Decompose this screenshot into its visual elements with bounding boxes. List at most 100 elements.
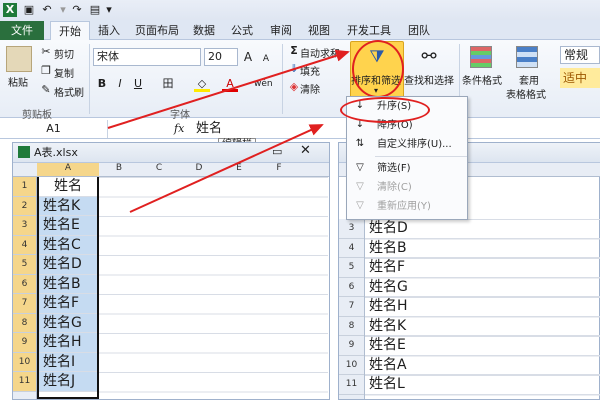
undo-icon[interactable]: ↶ — [40, 3, 54, 17]
restore-icon[interactable]: ▭ — [272, 145, 282, 158]
row-header[interactable]: 11 — [13, 372, 36, 392]
column-a-selection: 姓名 姓名K 姓名E 姓名C 姓名D 姓名B 姓名F 姓名G 姓名H 姓名I 姓… — [37, 177, 99, 399]
font-size-select[interactable]: 20 — [204, 48, 238, 66]
cell-style-neutral[interactable]: 适中 — [560, 68, 600, 88]
table-cell[interactable]: 姓名H — [365, 297, 600, 317]
fill-button[interactable]: 填充 — [300, 63, 320, 78]
tab-data[interactable]: 数据 — [188, 21, 220, 40]
table-cell[interactable]: 姓名L — [365, 375, 600, 395]
row-header[interactable]: 4 — [13, 235, 36, 255]
tab-review[interactable]: 审阅 — [264, 21, 298, 40]
underline-button[interactable]: U — [130, 76, 146, 92]
row-header[interactable]: 7 — [13, 294, 36, 314]
tab-team[interactable]: 团队 — [402, 21, 436, 40]
conditional-format-button[interactable]: 条件格式 — [462, 72, 502, 87]
font-name-select[interactable]: 宋体 — [93, 48, 201, 66]
tab-formulas[interactable]: 公式 — [224, 21, 260, 40]
tab-insert[interactable]: 插入 — [92, 21, 126, 40]
row-header[interactable]: 5 — [339, 258, 364, 278]
row-header[interactable]: 5 — [13, 255, 36, 275]
table-cell[interactable]: 姓名D — [365, 219, 600, 239]
row-header[interactable]: 10 — [339, 356, 364, 375]
column-header-c[interactable]: C — [139, 163, 179, 173]
copy-button[interactable]: 复制 — [54, 65, 74, 80]
empty-cells[interactable] — [99, 177, 328, 399]
row-header[interactable]: 9 — [339, 336, 364, 356]
table-cell[interactable]: 姓名K — [365, 317, 600, 336]
table-cell[interactable]: 姓名C — [39, 235, 97, 255]
column-header-a[interactable]: A — [37, 163, 99, 176]
table-cell[interactable]: 姓名H — [39, 333, 97, 353]
table-cell[interactable]: 姓名I — [39, 352, 97, 372]
grow-font-button[interactable]: A — [240, 49, 256, 65]
clear-button[interactable]: 清除 — [300, 81, 320, 96]
tab-view[interactable]: 视图 — [302, 21, 336, 40]
number-format-select[interactable]: 常规 — [560, 46, 600, 64]
table-cell[interactable]: 姓名F — [39, 294, 97, 314]
shrink-font-button[interactable]: A — [258, 51, 274, 67]
tab-developer[interactable]: 开发工具 — [340, 21, 398, 40]
paste-icon[interactable] — [6, 46, 32, 72]
fill-color-icon[interactable]: ◇ — [194, 76, 210, 92]
copy-icon[interactable]: ❐ — [38, 63, 54, 79]
table-cell[interactable]: 姓名D — [39, 255, 97, 275]
row-header[interactable]: 11 — [339, 375, 364, 395]
menu-item-custom-sort[interactable]: ⇅ 自定义排序(U)... — [347, 135, 467, 154]
border-icon[interactable]: 田 — [160, 76, 176, 92]
table-cell[interactable]: 姓名E — [365, 336, 600, 356]
table-cell[interactable]: 姓名F — [365, 258, 600, 278]
chevron-down-icon[interactable]: ▾ — [102, 3, 116, 17]
format-painter-icon[interactable]: ✎ — [38, 82, 54, 98]
menu-item-filter[interactable]: ▽ 筛选(F) — [347, 159, 467, 178]
table-cell[interactable]: 姓名B — [39, 274, 97, 294]
row-header[interactable]: 3 — [13, 216, 36, 236]
row-header[interactable]: 6 — [339, 278, 364, 297]
paste-button[interactable]: 粘贴 — [8, 74, 28, 89]
group-divider — [89, 44, 90, 114]
table-cell[interactable]: 姓名J — [39, 372, 97, 392]
tab-page-layout[interactable]: 页面布局 — [128, 21, 186, 40]
row-header[interactable]: 3 — [339, 219, 364, 239]
row-header[interactable]: 8 — [13, 313, 36, 333]
name-box[interactable]: A1 — [0, 120, 108, 138]
chevron-down-icon[interactable]: ▾ — [56, 3, 70, 17]
cell-a1[interactable]: 姓名 — [39, 177, 97, 197]
close-icon[interactable]: ✕ — [300, 143, 311, 158]
table-cell[interactable]: 姓名B — [365, 239, 600, 258]
find-select-button[interactable]: 查找和选择 — [404, 72, 454, 87]
tab-home[interactable]: 开始 — [50, 21, 90, 40]
column-header-e[interactable]: E — [219, 163, 259, 173]
row-header[interactable]: 2 — [13, 196, 36, 216]
phonetic-button[interactable]: wén — [254, 76, 273, 92]
table-format-button-line2[interactable]: 表格格式 — [506, 86, 546, 101]
table-cell[interactable]: 姓名G — [39, 313, 97, 333]
format-painter-icon[interactable]: ▤ — [88, 3, 102, 17]
table-cell[interactable]: 姓名A — [365, 356, 600, 375]
font-color-button[interactable]: A — [222, 76, 238, 92]
italic-button[interactable]: I — [112, 76, 128, 92]
row-header[interactable]: 9 — [13, 333, 36, 353]
cut-button[interactable]: 剪切 — [54, 46, 74, 61]
table-cell[interactable]: 姓名E — [39, 216, 97, 236]
fx-button[interactable]: fx — [174, 120, 184, 138]
row-header[interactable]: 1 — [13, 177, 36, 197]
row-header[interactable]: 8 — [339, 317, 364, 336]
tab-file[interactable]: 文件 — [0, 21, 44, 40]
formula-input[interactable]: 姓名 — [196, 119, 222, 139]
row-header[interactable]: 4 — [339, 239, 364, 258]
save-icon[interactable]: ▣ — [22, 3, 36, 17]
bold-button[interactable]: B — [94, 76, 110, 92]
format-painter-button[interactable]: 格式刷 — [54, 84, 84, 99]
column-header-d[interactable]: D — [179, 163, 219, 173]
column-header-b[interactable]: B — [99, 163, 139, 173]
autosum-button[interactable]: 自动求和 — [300, 45, 340, 60]
cut-icon[interactable]: ✂ — [38, 44, 54, 60]
redo-icon[interactable]: ↷ — [70, 3, 84, 17]
row-header[interactable]: 10 — [13, 352, 36, 372]
table-format-button-line1[interactable]: 套用 — [519, 72, 539, 87]
table-cell[interactable]: 姓名K — [39, 196, 97, 216]
table-cell[interactable]: 姓名G — [365, 278, 600, 297]
row-header[interactable]: 7 — [339, 297, 364, 317]
column-header-f[interactable]: F — [259, 163, 299, 173]
row-header[interactable]: 6 — [13, 274, 36, 294]
